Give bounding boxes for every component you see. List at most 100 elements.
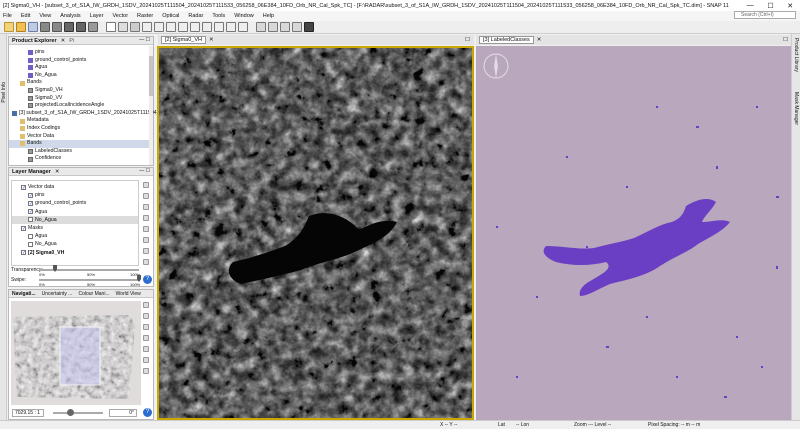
tab-world-view[interactable]: World View <box>116 291 141 297</box>
tree-item[interactable]: LabeledClasses <box>9 148 153 156</box>
tree-item[interactable]: ground_control_points <box>9 57 153 65</box>
zoom-all-icon[interactable] <box>143 346 149 352</box>
menu-help[interactable]: Help <box>263 13 274 19</box>
menu-optical[interactable]: Optical <box>162 13 179 19</box>
move-left-icon[interactable] <box>143 248 149 254</box>
panel-minimize-icon[interactable]: — ☐ <box>139 37 150 43</box>
batch-processing-icon[interactable] <box>76 22 86 32</box>
zoom-slider[interactable] <box>53 412 103 414</box>
layer-visibility-checkbox[interactable] <box>28 192 33 198</box>
layer-row[interactable]: ground_control_points <box>12 199 138 207</box>
scrollbar-thumb[interactable] <box>149 56 153 96</box>
pin-tool-icon[interactable] <box>142 22 152 32</box>
menu-layer[interactable]: Layer <box>90 13 104 19</box>
redo-icon[interactable] <box>52 22 62 32</box>
select-tool-icon[interactable] <box>106 22 116 32</box>
layer-row[interactable]: Agua <box>12 208 138 216</box>
tree-item[interactable]: Bands <box>9 140 153 148</box>
tree-item[interactable]: No_Agua <box>9 72 153 80</box>
view-tab-sigma0-vh[interactable]: [2] Sigma0_VH ✕ ☐ <box>158 35 474 45</box>
tile-horizontal-icon[interactable] <box>268 22 278 32</box>
navigation-overview[interactable] <box>11 301 141 405</box>
help-icon[interactable]: ? <box>143 408 152 417</box>
tab-product-library[interactable]: Product Library <box>793 38 799 72</box>
tree-item[interactable]: Sigma0_VV <box>9 95 153 103</box>
close-icon[interactable]: ✕ <box>209 37 214 43</box>
layer-visibility-checkbox[interactable] <box>28 217 33 223</box>
zoom-pixel-icon[interactable] <box>143 324 149 330</box>
draw-line-icon[interactable] <box>178 22 188 32</box>
tab-layer-manager[interactable]: Layer Manager <box>12 169 51 175</box>
open-layer-editor-icon[interactable] <box>143 204 149 210</box>
graph-builder-icon[interactable] <box>64 22 74 32</box>
tree-item[interactable]: Index Codings <box>9 125 153 133</box>
settings-icon[interactable] <box>88 22 98 32</box>
tab-pixel[interactable]: Pi <box>69 38 74 44</box>
layer-visibility-checkbox[interactable] <box>28 241 33 247</box>
menu-window[interactable]: Window <box>234 13 254 19</box>
menu-tools[interactable]: Tools <box>212 13 225 19</box>
tree-item[interactable]: Bands <box>9 79 153 87</box>
minimize-button[interactable]: — <box>747 2 754 10</box>
move-up-icon[interactable] <box>143 226 149 232</box>
tree-item[interactable]: Agua <box>9 64 153 72</box>
save-icon[interactable] <box>28 22 38 32</box>
layer-row[interactable]: pins <box>12 191 138 199</box>
menu-file[interactable]: File <box>3 13 12 19</box>
layer-row[interactable]: No_Agua <box>12 240 138 248</box>
layer-visibility-checkbox[interactable] <box>28 233 33 239</box>
tile-vertical-icon[interactable] <box>280 22 290 32</box>
tree-item[interactable]: Vector Data <box>9 133 153 141</box>
tab-uncertainty[interactable]: Uncertainty ... <box>42 291 73 297</box>
draw-rectangle-icon[interactable] <box>202 22 212 32</box>
panel-minimize-icon[interactable]: — ☐ <box>139 168 150 174</box>
close-icon[interactable]: ✕ <box>55 169 60 175</box>
tree-item[interactable]: Confidence <box>9 155 153 163</box>
undo-icon[interactable] <box>40 22 50 32</box>
layer-row[interactable]: Agua <box>12 232 138 240</box>
search-input[interactable]: Search (Ctrl+I) <box>734 11 796 19</box>
menu-edit[interactable]: Edit <box>21 13 30 19</box>
tree-item[interactable]: Metadata <box>9 117 153 125</box>
view-tab-label[interactable]: [2] Sigma0_VH <box>161 36 206 44</box>
view-tab-labeled-classes[interactable]: [3] LabeledClasses ✕ ☐ <box>476 35 792 45</box>
layer-row[interactable]: No_Agua <box>12 215 138 224</box>
zoom-out-icon[interactable] <box>143 313 149 319</box>
sync-views-icon[interactable] <box>143 357 149 363</box>
new-product-icon[interactable] <box>4 22 14 32</box>
close-icon[interactable]: ✕ <box>537 37 542 43</box>
move-right-icon[interactable] <box>143 259 149 265</box>
gcp-tool-icon[interactable] <box>154 22 164 32</box>
tab-pixel-info[interactable]: Pixel Info <box>1 82 7 103</box>
remove-layer-icon[interactable] <box>143 193 149 199</box>
tab-product-explorer[interactable]: Product Explorer <box>12 38 57 44</box>
swipe-slider[interactable] <box>39 279 139 281</box>
rotation-field[interactable]: 0° <box>109 409 137 417</box>
layer-visibility-checkbox[interactable] <box>28 209 33 215</box>
panel-minimize-icon[interactable]: ☐ <box>465 37 470 43</box>
menu-raster[interactable]: Raster <box>137 13 153 19</box>
draw-ellipse-icon[interactable] <box>226 22 236 32</box>
layer-row[interactable]: Vector data <box>12 183 138 191</box>
image-view-sigma0-vh[interactable] <box>157 46 474 420</box>
pan-tool-icon[interactable] <box>118 22 128 32</box>
layer-visibility-checkbox[interactable] <box>21 225 26 231</box>
maximize-button[interactable]: ☐ <box>767 2 773 10</box>
add-layer-icon[interactable] <box>143 182 149 188</box>
help-icon[interactable]: ? <box>143 275 152 284</box>
menu-radar[interactable]: Radar <box>188 13 203 19</box>
tree-item[interactable]: [3] subset_3_of_S1A_IW_GRDH_1SDV_2024102… <box>9 110 177 118</box>
layer-visibility-checkbox[interactable] <box>21 250 26 256</box>
layer-row[interactable]: Masks <box>12 224 138 232</box>
draw-polyline-icon[interactable] <box>190 22 200 32</box>
zoom-to-layer-icon[interactable] <box>143 215 149 221</box>
open-folder-icon[interactable] <box>16 22 26 32</box>
scale-field[interactable]: 7029.15 : 1 <box>12 409 44 417</box>
zoom-default-icon[interactable] <box>143 335 149 341</box>
tree-item[interactable]: Sigma0_VH <box>9 87 153 95</box>
menu-view[interactable]: View <box>39 13 51 19</box>
tree-item[interactable]: pins <box>9 49 153 57</box>
menu-vector[interactable]: Vector <box>112 13 128 19</box>
tab-navigation[interactable]: Navigati... <box>12 291 36 297</box>
layer-visibility-checkbox[interactable] <box>21 184 26 190</box>
